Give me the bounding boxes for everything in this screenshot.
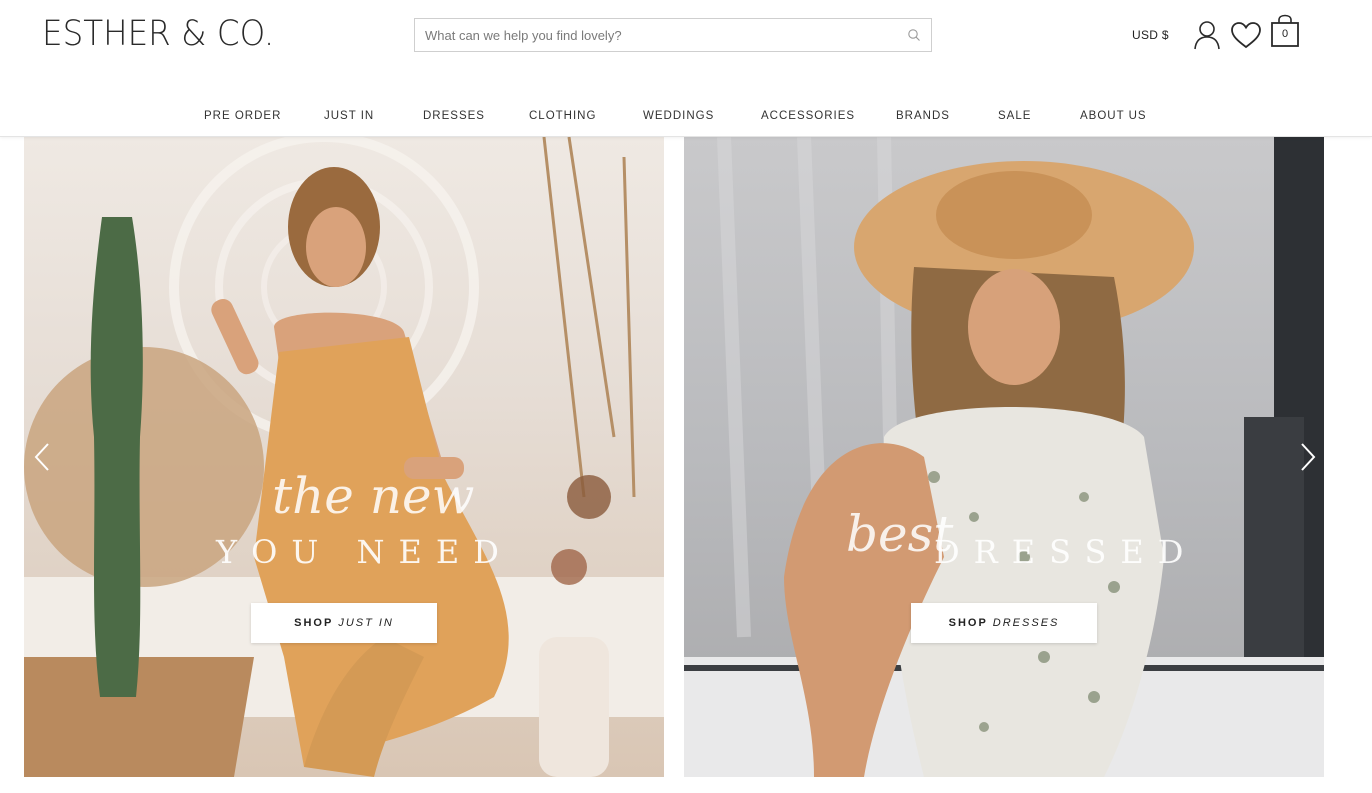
banner-photo-model-floral-dress xyxy=(684,137,1324,777)
site-header: ESTHER & CO. USD $ 0 PRE ORDER JUST IN D… xyxy=(0,0,1372,137)
cart-count: 0 xyxy=(1281,28,1289,40)
account-icon[interactable] xyxy=(1193,20,1221,50)
search-icon[interactable] xyxy=(907,28,921,42)
nav-item-just-in[interactable]: JUST IN xyxy=(324,110,374,122)
cart-button[interactable]: 0 xyxy=(1270,14,1300,48)
nav-item-accessories[interactable]: ACCESSORIES xyxy=(761,110,855,122)
banner-headline: YOU NEED xyxy=(216,533,513,571)
shop-button-category: DRESSES xyxy=(992,617,1060,629)
site-logo[interactable]: ESTHER & CO. xyxy=(42,14,274,54)
nav-item-weddings[interactable]: WEDDINGS xyxy=(643,110,714,122)
carousel-next-arrow-icon[interactable] xyxy=(1296,440,1318,474)
banner-photo-model-orange-dress xyxy=(24,137,664,777)
nav-item-brands[interactable]: BRANDS xyxy=(896,110,950,122)
carousel-prev-arrow-icon[interactable] xyxy=(32,440,54,474)
wishlist-heart-icon[interactable] xyxy=(1230,21,1262,49)
banner-just-in[interactable]: the new YOU NEED SHOP JUST IN xyxy=(24,137,664,777)
currency-selector[interactable]: USD $ xyxy=(1132,28,1169,42)
search-input[interactable] xyxy=(415,19,915,51)
main-nav: PRE ORDER JUST IN DRESSES CLOTHING WEDDI… xyxy=(0,104,1372,130)
shop-button-label: SHOP xyxy=(294,617,334,629)
banner-headline: DRESSED xyxy=(934,533,1198,571)
nav-item-pre-order[interactable]: PRE ORDER xyxy=(204,110,281,122)
nav-item-dresses[interactable]: DRESSES xyxy=(423,110,485,122)
nav-item-sale[interactable]: SALE xyxy=(998,110,1031,122)
shop-dresses-button[interactable]: SHOP DRESSES xyxy=(911,603,1097,643)
search-bar[interactable] xyxy=(414,18,932,52)
shop-button-category: JUST IN xyxy=(338,617,394,629)
nav-item-clothing[interactable]: CLOTHING xyxy=(529,110,596,122)
banner-dresses[interactable]: best DRESSED SHOP DRESSES xyxy=(684,137,1324,777)
banner-script-text: the new xyxy=(272,467,475,525)
nav-item-about-us[interactable]: ABOUT US xyxy=(1080,110,1147,122)
shop-just-in-button[interactable]: SHOP JUST IN xyxy=(251,603,437,643)
shop-button-label: SHOP xyxy=(948,617,988,629)
